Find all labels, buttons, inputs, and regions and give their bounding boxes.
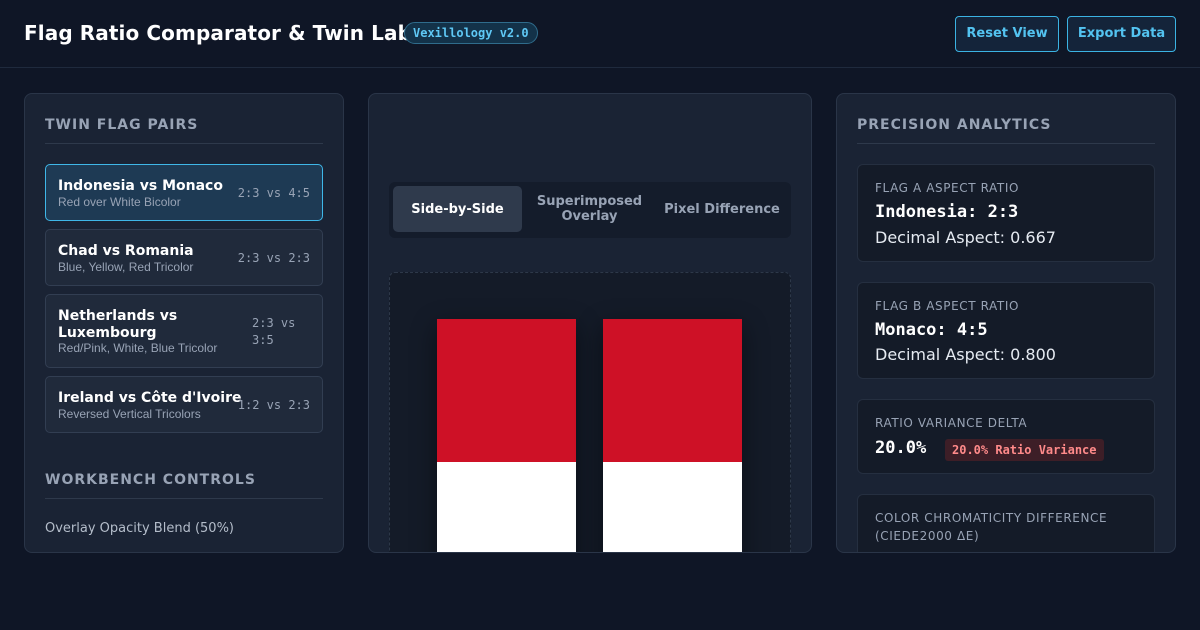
metric-label: FLAG A ASPECT RATIO	[875, 181, 1020, 195]
flag-b-decimal: Decimal Aspect: 0.800	[875, 345, 1056, 364]
pair-card-ireland-ivory-coast[interactable]: Ireland vs Côte d'Ivoire Reversed Vertic…	[45, 376, 323, 433]
pair-name: Netherlands vs Luxembourg	[58, 308, 178, 341]
app-title: Flag Ratio Comparator & Twin Lab	[24, 21, 413, 45]
sidebar-panel: TWIN FLAG PAIRS Indonesia vs Monaco Red …	[24, 93, 344, 553]
flag-a-decimal: Decimal Aspect: 0.667	[875, 228, 1056, 247]
flag-a-ratio-value: Indonesia: 2:3	[875, 202, 1019, 222]
pair-subtitle: Red over White Bicolor	[58, 195, 181, 209]
pair-name: Chad vs Romania	[58, 243, 194, 259]
ratio-variance-card: RATIO VARIANCE DELTA 20.0% 20.0% Ratio V…	[857, 399, 1155, 474]
reset-view-button[interactable]: Reset View	[955, 16, 1059, 52]
pair-ratio: 2:3 vs 4:5	[237, 186, 310, 200]
pair-ratio: 2:3 vs 3:5	[252, 316, 296, 347]
tab-superimposed-overlay[interactable]: Superimposed Overlay	[525, 186, 654, 232]
section-divider	[45, 143, 323, 144]
pair-card-netherlands-luxembourg[interactable]: Netherlands vs Luxembourg Red/Pink, Whit…	[45, 294, 323, 368]
pair-name: Indonesia vs Monaco	[58, 178, 223, 194]
flag-a-indonesia	[437, 319, 576, 552]
flag-b-top-band	[603, 319, 742, 462]
flag-a-bottom-band	[437, 462, 576, 552]
pair-subtitle: Red/Pink, White, Blue Tricolor	[58, 341, 218, 355]
flag-canvas	[389, 272, 791, 552]
app-header: Flag Ratio Comparator & Twin Lab Vexillo…	[0, 0, 1200, 68]
flag-b-ratio-card: FLAG B ASPECT RATIO Monaco: 4:5 Decimal …	[857, 282, 1155, 379]
section-divider	[857, 143, 1155, 144]
pair-name: Ireland vs Côte d'Ivoire	[58, 390, 242, 406]
pair-subtitle: Blue, Yellow, Red Tricolor	[58, 260, 194, 274]
pair-ratio: 2:3 vs 2:3	[237, 251, 310, 265]
ratio-variance-value: 20.0%	[875, 438, 927, 458]
metric-label: RATIO VARIANCE DELTA	[875, 416, 1028, 430]
flag-b-monaco	[603, 319, 742, 552]
twin-pairs-title: TWIN FLAG PAIRS	[45, 117, 199, 133]
workbench-controls-title: WORKBENCH CONTROLS	[45, 472, 256, 488]
flag-a-ratio-card: FLAG A ASPECT RATIO Indonesia: 2:3 Decim…	[857, 164, 1155, 262]
pair-card-chad-romania[interactable]: Chad vs Romania Blue, Yellow, Red Tricol…	[45, 229, 323, 286]
analytics-panel: PRECISION ANALYTICS FLAG A ASPECT RATIO …	[836, 93, 1176, 553]
flag-b-ratio-value: Monaco: 4:5	[875, 320, 988, 340]
pair-ratio: 1:2 vs 2:3	[237, 398, 310, 412]
tab-pixel-difference[interactable]: Pixel Difference	[657, 186, 787, 232]
comparison-workspace: Side-by-Side Superimposed Overlay Pixel …	[368, 93, 812, 553]
pair-subtitle: Reversed Vertical Tricolors	[58, 407, 201, 421]
flag-a-top-band	[437, 319, 576, 462]
variance-badge: 20.0% Ratio Variance	[945, 439, 1104, 461]
tab-side-by-side[interactable]: Side-by-Side	[393, 186, 522, 232]
view-mode-tabs: Side-by-Side Superimposed Overlay Pixel …	[389, 182, 791, 238]
metric-label: FLAG B ASPECT RATIO	[875, 299, 1020, 313]
metric-label: COLOR CHROMATICITY DIFFERENCE (CIEDE2000…	[875, 511, 1108, 543]
section-divider	[45, 498, 323, 499]
color-difference-card: COLOR CHROMATICITY DIFFERENCE (CIEDE2000…	[857, 494, 1155, 552]
analytics-title: PRECISION ANALYTICS	[857, 117, 1052, 133]
version-badge: Vexillology v2.0	[404, 22, 538, 44]
overlay-opacity-label: Overlay Opacity Blend (50%)	[45, 521, 234, 536]
export-data-button[interactable]: Export Data	[1067, 16, 1176, 52]
pair-card-indonesia-monaco[interactable]: Indonesia vs Monaco Red over White Bicol…	[45, 164, 323, 221]
flag-b-bottom-band	[603, 462, 742, 552]
